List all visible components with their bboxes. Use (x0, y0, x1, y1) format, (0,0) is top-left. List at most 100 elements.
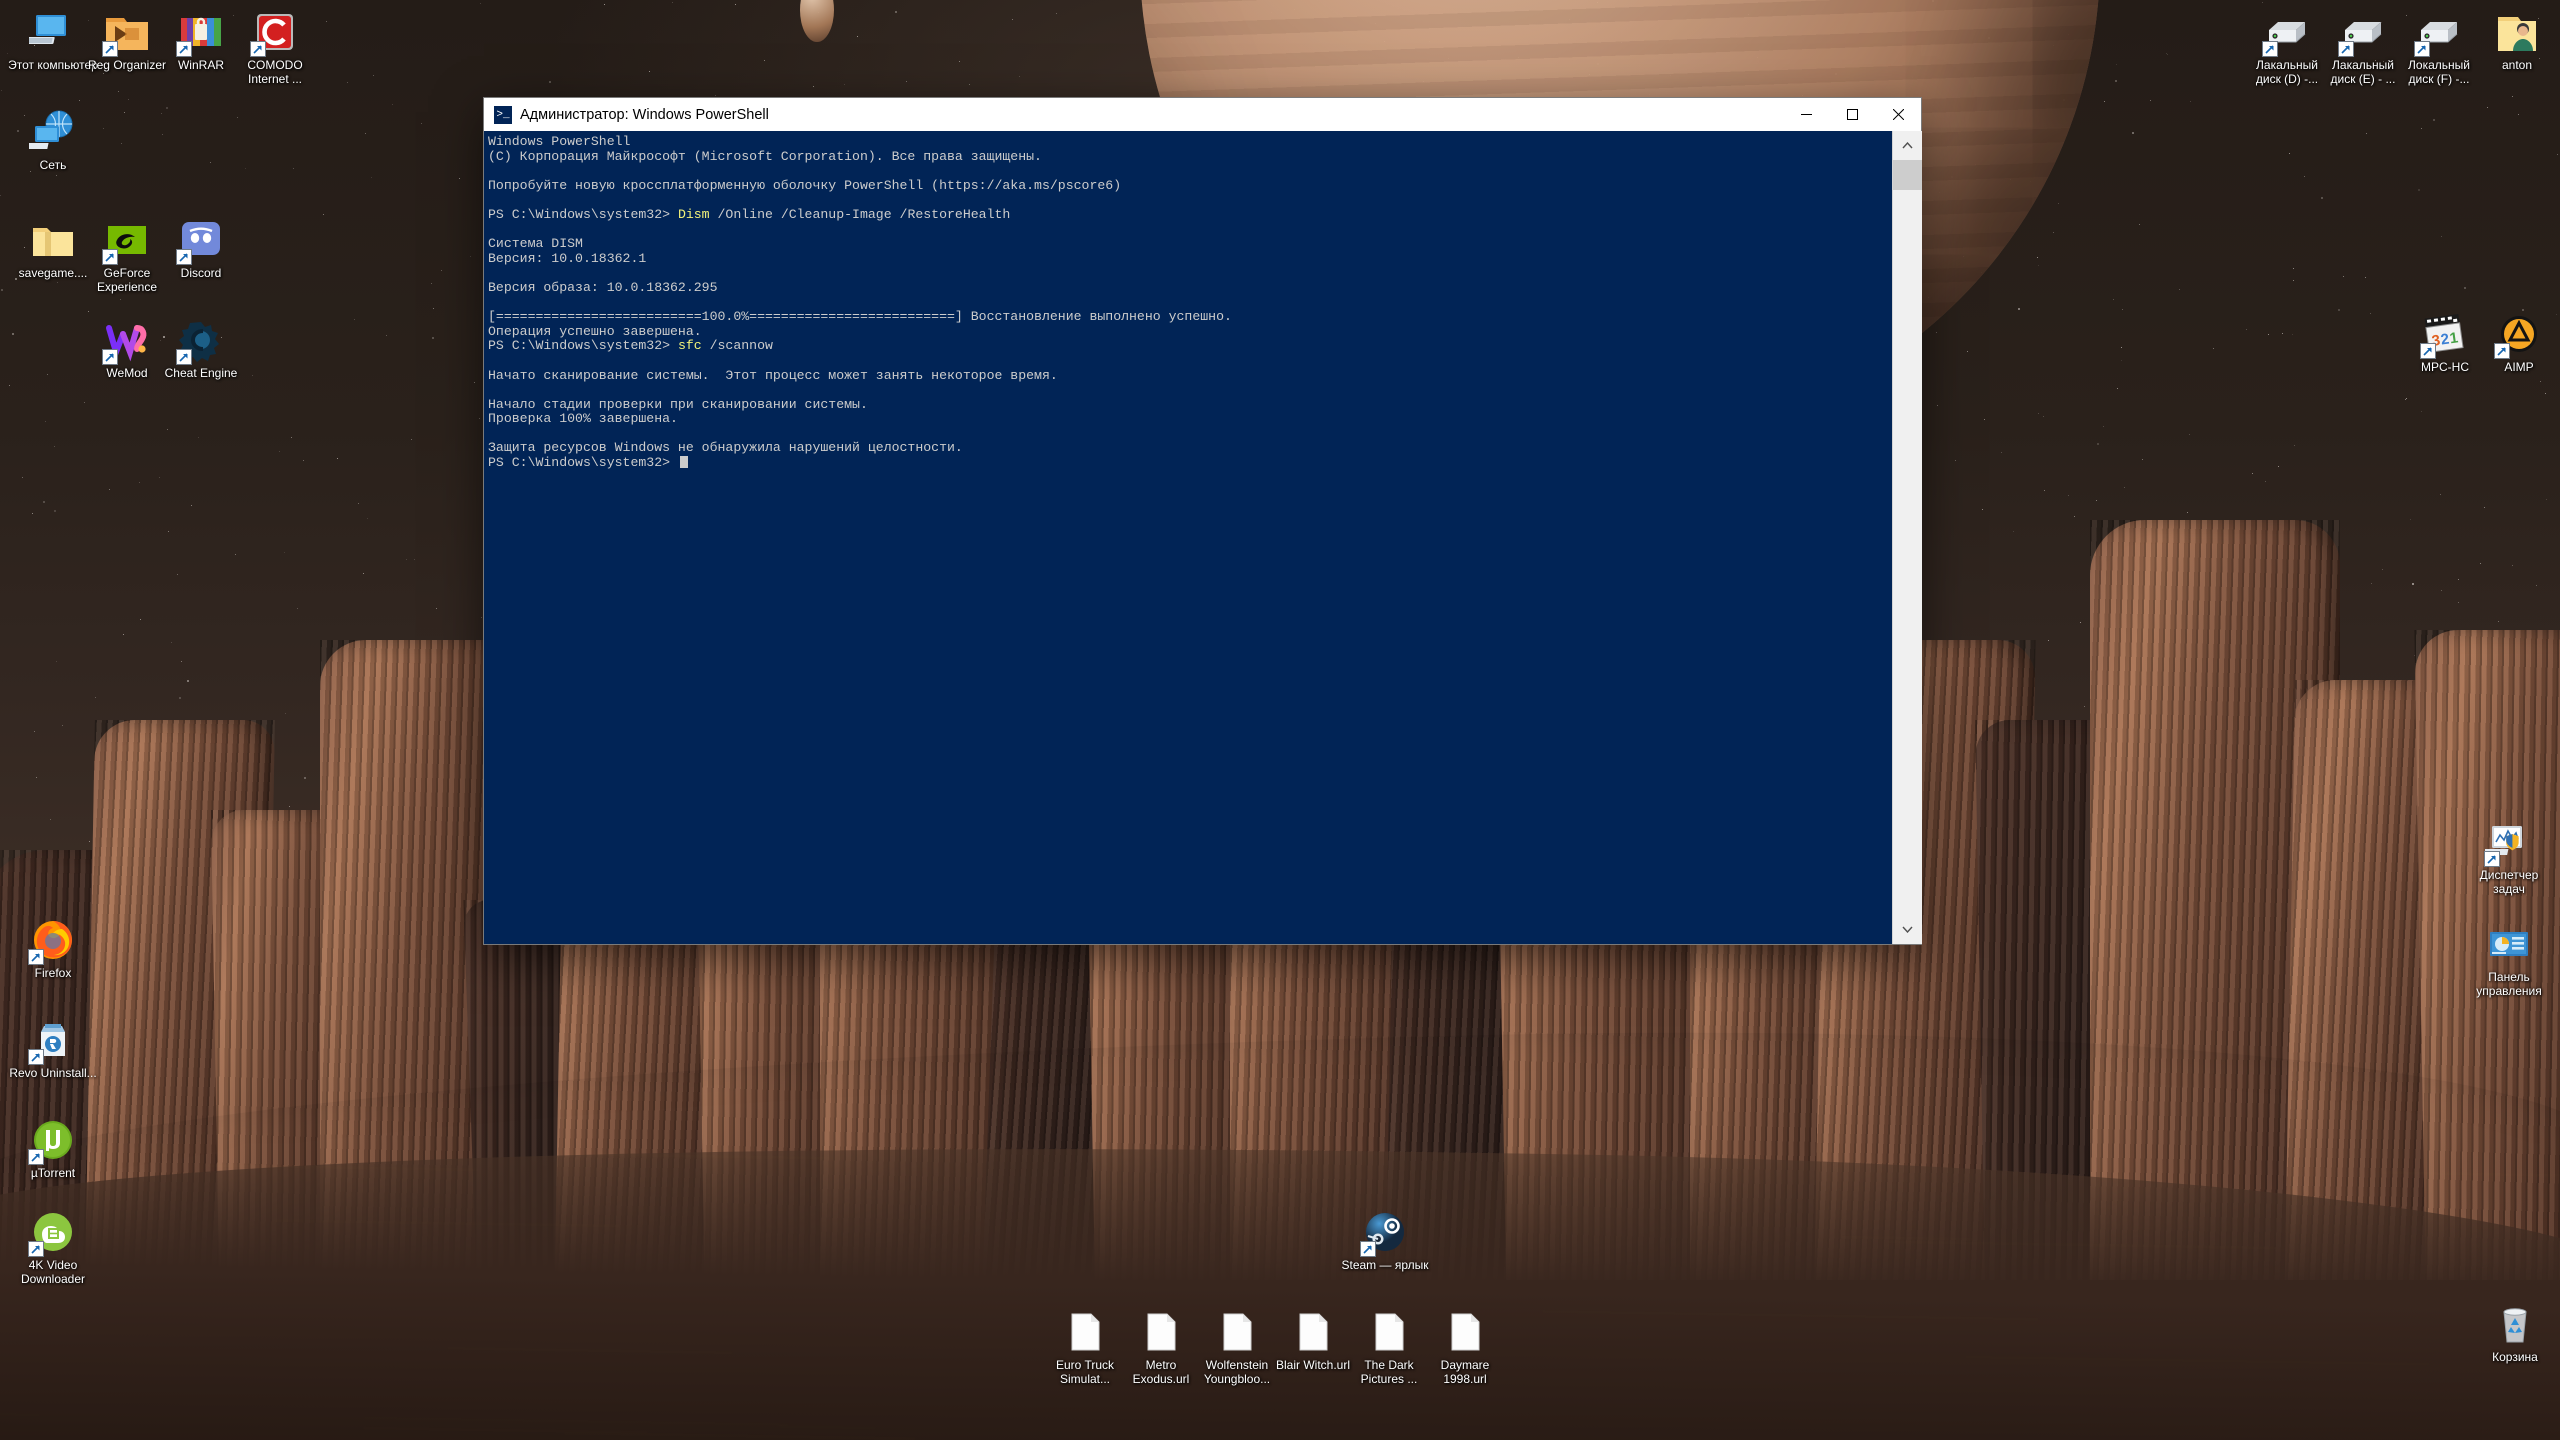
url-file-icon (1441, 1308, 1489, 1356)
shortcut-arrow-icon (2484, 851, 2500, 867)
desktop-icon-label: Cheat Engine (164, 366, 238, 380)
desktop-icon-label: Сеть (39, 158, 67, 172)
url-file-icon (1213, 1308, 1261, 1356)
shortcut-arrow-icon (102, 41, 118, 57)
console-line: Система DISM (488, 236, 583, 252)
desktop-icon-label: Корзина (2492, 1350, 2538, 1364)
desktop-icon-comodo[interactable]: COMODO Internet ... (230, 8, 320, 86)
desktop-icon-label: Daymare 1998.url (1440, 1358, 1490, 1386)
steam-icon (1360, 1208, 1409, 1257)
desktop-icon-aimp[interactable]: AIMP (2474, 310, 2560, 375)
desktop-icon-label: Discord (180, 266, 222, 280)
drive-icon (2414, 8, 2463, 57)
scrollbar-track[interactable] (1893, 190, 1922, 915)
shortcut-arrow-icon (176, 41, 192, 57)
shortcut-arrow-icon (2262, 41, 2278, 57)
minimize-button[interactable] (1783, 98, 1829, 131)
desktop-icon-disk-f[interactable]: Локальный диск (F) -... (2394, 8, 2484, 86)
desktop-icon-label: Reg Organizer (87, 58, 167, 72)
shortcut-arrow-icon (102, 249, 118, 265)
console-line: Версия образа: 10.0.18362.295 (488, 279, 718, 295)
desktop-icon-firefox[interactable]: Firefox (8, 916, 98, 981)
window-body: Windows PowerShell (C) Корпорация Майкрос… (484, 131, 1922, 944)
shortcut-arrow-icon (2338, 41, 2354, 57)
desktop-icon-network[interactable]: Сеть (8, 108, 98, 173)
console-output[interactable]: Windows PowerShell (C) Корпорация Майкрос… (484, 131, 1892, 944)
desktop-icon-daymare[interactable]: Daymare 1998.url (1420, 1308, 1510, 1386)
maximize-button[interactable] (1829, 98, 1875, 131)
folder-icon (29, 216, 77, 264)
desktop-icon-label: COMODO Internet ... (247, 58, 303, 86)
desktop-icon-discord[interactable]: Discord (156, 216, 246, 281)
desktop-icon-label: AIMP (2504, 360, 2534, 374)
winrar-icon (176, 8, 225, 57)
shortcut-arrow-icon (2420, 343, 2436, 359)
url-file-icon (1289, 1308, 1337, 1356)
4kvideo-icon (28, 1208, 77, 1257)
console-line: PS C:\Windows\system32> sfc /scannow (488, 338, 773, 354)
aimp-icon (2494, 310, 2543, 359)
shortcut-arrow-icon (28, 1241, 44, 1257)
desktop-icon-label: Revo Uninstall... (9, 1066, 97, 1080)
mpc-hc-icon: 321 (2420, 310, 2469, 359)
drive-icon (2262, 8, 2311, 57)
console-line: Проверка 100% завершена. (488, 411, 678, 427)
scrollbar-thumb[interactable] (1893, 160, 1922, 190)
revo-icon (28, 1016, 77, 1065)
shortcut-arrow-icon (250, 41, 266, 57)
url-file-icon (1061, 1308, 1109, 1356)
reg-organizer-icon (102, 8, 151, 57)
desktop-icon-label: Firefox (34, 966, 72, 980)
desktop-icon-revo[interactable]: Revo Uninstall... (8, 1016, 98, 1081)
console-keyword: Dism (677, 206, 710, 222)
desktop-icon-label: µTorrent (30, 1166, 76, 1180)
discord-icon (176, 216, 225, 265)
desktop-icon-control-panel[interactable]: Панель управления (2464, 920, 2554, 998)
console-line: Операция успешно завершена. (488, 323, 702, 339)
desktop-icon-label: Steam — ярлык (1341, 1258, 1429, 1272)
desktop-icon-task-manager[interactable]: Диспетчер задач (2464, 818, 2554, 896)
console-line: PS C:\Windows\system32> Dism /Online /Cl… (488, 206, 1011, 222)
console-prompt-line: PS C:\Windows\system32> (488, 455, 1892, 471)
console-line: Windows PowerShell (488, 134, 631, 149)
desktop-icon-steam[interactable]: Steam — ярлык (1340, 1208, 1430, 1273)
desktop-icon-4kvideo[interactable]: 4K Video Downloader (8, 1208, 98, 1286)
shortcut-arrow-icon (28, 949, 44, 965)
scroll-down-button[interactable] (1893, 915, 1922, 944)
user-folder-icon (2493, 8, 2541, 56)
console-line: (C) Корпорация Майкрософт (Microsoft Cor… (488, 148, 1042, 164)
desktop-icon-label: Локальный диск (F) -... (2408, 58, 2470, 86)
desktop-icon-label: savegame.... (18, 266, 88, 280)
powershell-window[interactable]: >_ Администратор: Windows PowerShell Win… (484, 98, 1922, 944)
desktop-icon-utorrent[interactable]: µTorrent (8, 1116, 98, 1181)
network-icon (29, 108, 77, 156)
firefox-icon (28, 916, 77, 965)
scroll-up-button[interactable] (1893, 131, 1922, 160)
desktop-icon-label: WeMod (106, 366, 148, 380)
console-cursor (679, 456, 688, 469)
powershell-icon: >_ (494, 105, 512, 124)
desktop[interactable]: Этот компьютер Reg Organizer WinRAR COMODO … (0, 0, 2560, 1440)
shortcut-arrow-icon (2414, 41, 2430, 57)
console-scrollbar[interactable] (1892, 131, 1922, 944)
desktop-icon-label: 4K Video Downloader (20, 1258, 86, 1286)
recycle-bin-icon (2491, 1300, 2539, 1348)
window-controls (1783, 98, 1921, 131)
url-file-icon (1365, 1308, 1413, 1356)
desktop-icon-label: MPC-HC (2421, 360, 2469, 374)
window-titlebar[interactable]: >_ Администратор: Windows PowerShell (484, 98, 1921, 131)
url-file-icon (1137, 1308, 1185, 1356)
shortcut-arrow-icon (176, 249, 192, 265)
desktop-icon-anton[interactable]: anton (2472, 8, 2560, 73)
desktop-icon-cheat-engine[interactable]: Cheat Engine (156, 316, 246, 381)
drive-icon (2338, 8, 2387, 57)
desktop-icon-recycle-bin[interactable]: Корзина (2470, 1300, 2560, 1365)
task-manager-icon (2484, 818, 2533, 867)
close-button[interactable] (1875, 98, 1921, 131)
geforce-icon (102, 216, 151, 265)
